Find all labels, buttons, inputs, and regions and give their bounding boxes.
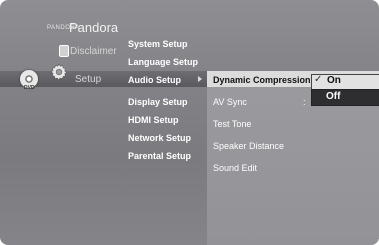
- checkmark-icon: ✓: [314, 74, 323, 85]
- menu-item-audio-setup[interactable]: Audio Setup: [128, 75, 181, 85]
- dvd-label: DVD: [24, 85, 35, 91]
- menu-item-speaker-distance[interactable]: Speaker Distance: [213, 141, 284, 151]
- av-sync-value: :: [303, 97, 306, 107]
- dropdown-option-off[interactable]: Off: [326, 91, 340, 102]
- submenu-arrow-icon: [198, 76, 202, 82]
- menu-item-display-setup[interactable]: Display Setup: [128, 97, 188, 107]
- menu-item-system-setup[interactable]: System Setup: [128, 39, 188, 49]
- menu-item-sound-edit[interactable]: Sound Edit: [213, 163, 257, 173]
- menu-item-parental-setup[interactable]: Parental Setup: [128, 151, 191, 161]
- menu-item-dynamic-compression[interactable]: Dynamic Compression :: [213, 75, 316, 85]
- menu-item-test-tone[interactable]: Test Tone: [213, 119, 251, 129]
- dropdown-option-off-box[interactable]: [311, 89, 379, 106]
- disclaimer-icon: [59, 45, 69, 57]
- screen: PANDORA Pandora Disclaimer DVD Setup Sys…: [0, 0, 379, 245]
- sidebar-item-setup[interactable]: Setup: [75, 74, 101, 85]
- dropdown-option-on[interactable]: On: [327, 75, 341, 86]
- menu-item-language-setup[interactable]: Language Setup: [128, 57, 198, 67]
- gear-icon: [50, 63, 68, 81]
- menu-item-av-sync[interactable]: AV Sync: [213, 97, 247, 107]
- menu-item-network-setup[interactable]: Network Setup: [128, 133, 191, 143]
- menu-item-hdmi-setup[interactable]: HDMI Setup: [128, 115, 179, 125]
- sidebar-item-pandora[interactable]: Pandora: [69, 20, 118, 35]
- sidebar-item-disclaimer[interactable]: Disclaimer: [70, 46, 117, 57]
